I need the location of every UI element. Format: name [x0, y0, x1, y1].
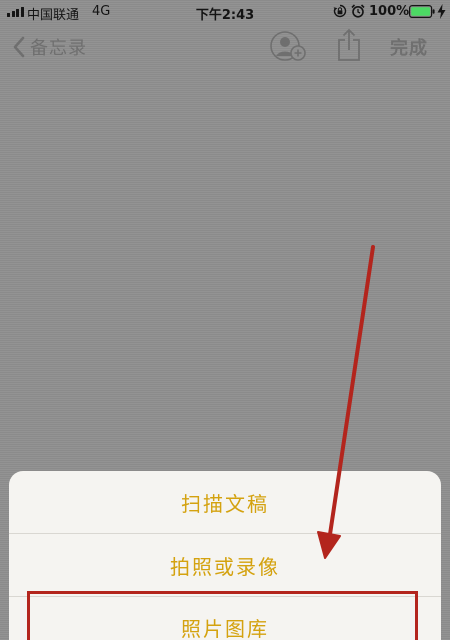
battery-icon [409, 5, 435, 18]
take-photo-or-video-option[interactable]: 拍照或录像 [9, 534, 441, 596]
charging-icon [437, 4, 446, 19]
done-button[interactable]: 完成 [390, 34, 428, 60]
photo-library-option[interactable]: 照片图库 [9, 597, 441, 640]
share-person-icon[interactable] [268, 30, 308, 62]
back-chevron-icon [13, 36, 25, 58]
rotation-lock-icon [333, 4, 347, 18]
navigation-bar: 备忘录 完成 [0, 26, 450, 66]
share-icon[interactable] [336, 28, 362, 62]
back-label: 备忘录 [30, 38, 87, 59]
battery-percentage: 100% [369, 4, 410, 19]
alarm-icon [351, 4, 365, 18]
scan-document-option[interactable]: 扫描文稿 [9, 471, 441, 533]
action-sheet: 扫描文稿 拍照或录像 照片图库 [9, 471, 441, 640]
status-bar: 中国联通 4G 下午2:43 100% [0, 0, 450, 24]
back-button[interactable]: 备忘录 [12, 34, 87, 60]
